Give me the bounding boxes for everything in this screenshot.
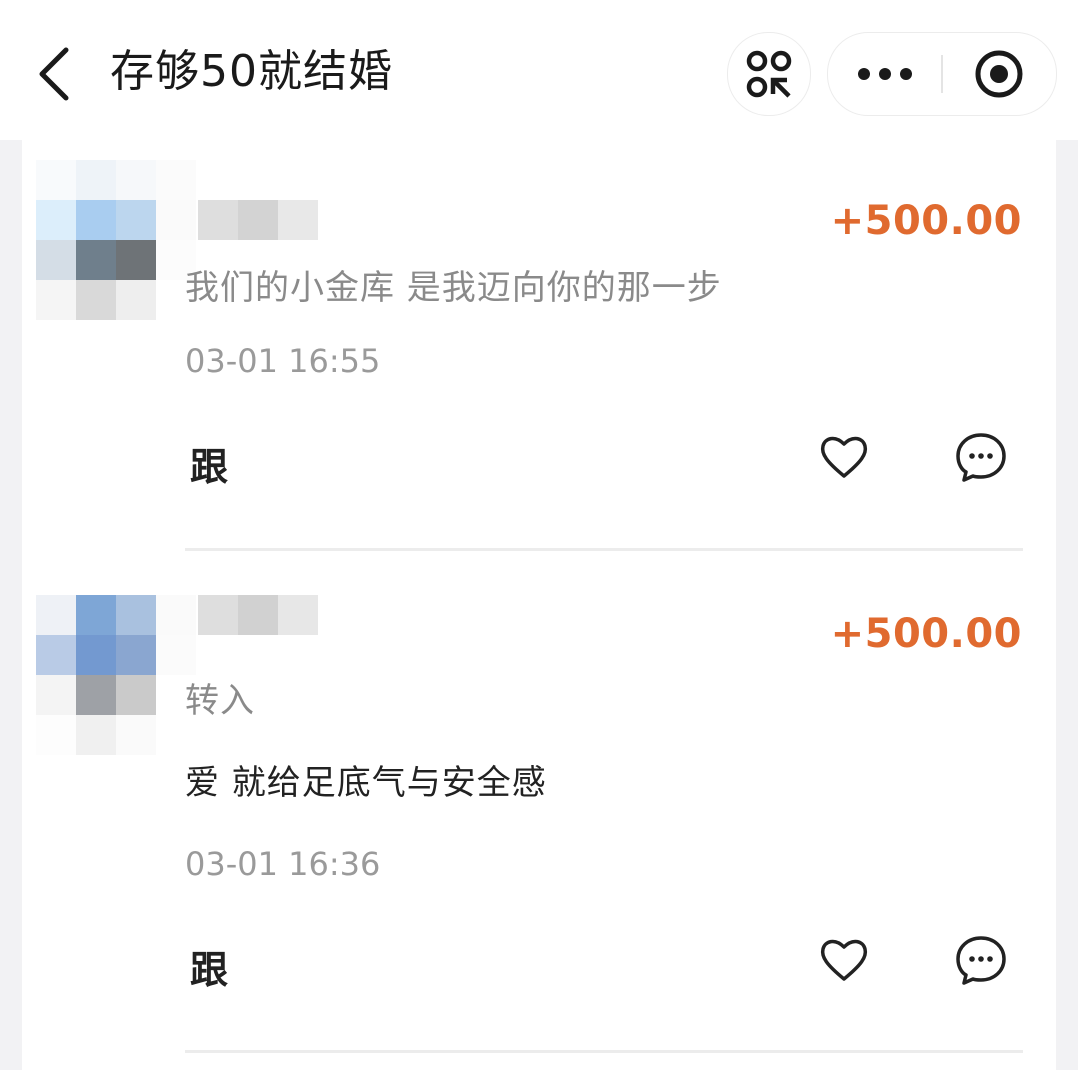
divider (185, 548, 1023, 551)
close-button[interactable] (942, 33, 1056, 115)
amount-text: +500.00 (830, 198, 1022, 244)
remark-text: 我们的小金库 是我迈向你的那一步 (185, 268, 722, 308)
avatar[interactable] (36, 595, 196, 755)
chevron-left-icon (39, 47, 69, 101)
more-dots-icon (858, 68, 912, 80)
heart-icon[interactable] (817, 430, 871, 484)
mini-program-capsule (827, 32, 1057, 116)
comment-icon[interactable] (954, 430, 1008, 484)
transaction-type: 转入 (185, 681, 255, 721)
message-text: 爱 就给足底气与安全感 (185, 763, 547, 803)
username-blurred (198, 200, 318, 240)
top-bar: 存够50就结婚 (0, 0, 1078, 140)
timestamp: 03-01 16:36 (185, 845, 381, 883)
more-button[interactable] (828, 33, 942, 115)
scan-code-icon (746, 50, 792, 98)
page-title: 存够50就结婚 (110, 46, 393, 97)
back-button[interactable] (30, 42, 80, 106)
records-card: +500.00 我们的小金库 是我迈向你的那一步 03-01 16:55 跟 +… (22, 140, 1056, 1070)
target-close-icon (975, 50, 1023, 98)
username-blurred (198, 595, 318, 635)
follow-button[interactable]: 跟 (190, 939, 228, 994)
avatar[interactable] (36, 160, 196, 320)
scan-button[interactable] (727, 32, 811, 116)
follow-button[interactable]: 跟 (190, 436, 228, 491)
heart-icon[interactable] (817, 933, 871, 987)
timestamp: 03-01 16:55 (185, 342, 381, 380)
comment-icon[interactable] (954, 933, 1008, 987)
amount-text: +500.00 (830, 611, 1022, 657)
divider (185, 1050, 1023, 1053)
